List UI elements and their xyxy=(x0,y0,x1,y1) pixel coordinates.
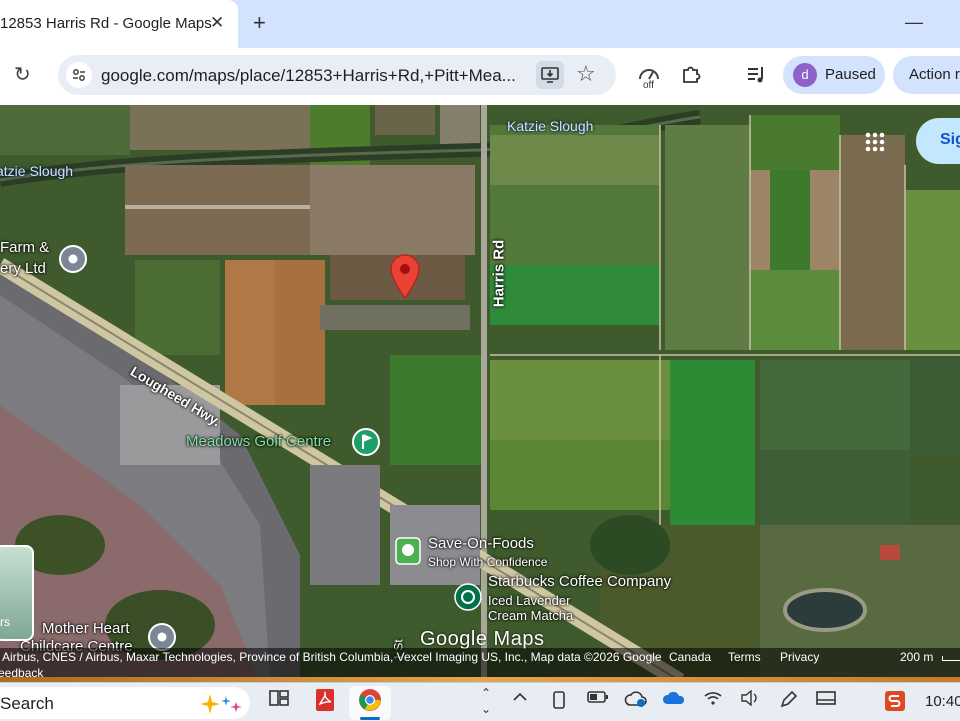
display-icon[interactable] xyxy=(815,690,837,713)
new-tab-button[interactable]: + xyxy=(253,10,266,36)
site-info-icon[interactable] xyxy=(66,62,92,88)
save-on-foods-subtitle: Shop With Confidence xyxy=(428,555,548,569)
cloud-sync-icon[interactable] xyxy=(624,690,648,713)
task-view-icon[interactable] xyxy=(264,688,294,716)
tab-title: 12853 Harris Rd - Google Maps xyxy=(0,15,212,32)
bookmark-star-icon[interactable]: ☆ xyxy=(576,61,596,87)
avatar: d xyxy=(793,63,817,87)
pen-icon[interactable] xyxy=(778,690,798,715)
tab-strip: 12853 Harris Rd - Google Maps ✕ + — xyxy=(0,0,960,48)
url-text[interactable]: google.com/maps/place/12853+Harris+Rd,+P… xyxy=(101,66,516,86)
wifi-icon[interactable] xyxy=(703,690,723,711)
taskbar: Search ⌃ ⌄ 10:40 xyxy=(0,682,960,721)
location-pin-icon[interactable] xyxy=(389,253,421,304)
satellite-map[interactable]: Katzie Slough atzie Slough Farm & ery Lt… xyxy=(0,105,960,681)
scale-bar xyxy=(942,656,960,661)
chrome-app-icon[interactable] xyxy=(355,688,385,716)
mother-heart-label-line1[interactable]: Mother Heart xyxy=(42,620,130,637)
extensions-puzzle-icon[interactable] xyxy=(680,63,702,90)
farm-place-pin-icon[interactable] xyxy=(58,244,88,283)
region-link[interactable]: Canada xyxy=(669,650,711,664)
volume-icon[interactable] xyxy=(740,689,760,711)
show-hidden-icons-chevron-icon[interactable] xyxy=(512,690,528,708)
scale-label[interactable]: 200 m xyxy=(900,650,933,664)
onedrive-icon[interactable] xyxy=(662,690,686,711)
meadows-golf-label[interactable]: Meadows Golf Centre xyxy=(186,433,331,450)
tab-google-maps[interactable]: 12853 Harris Rd - Google Maps ✕ xyxy=(0,0,238,48)
app-s-icon[interactable] xyxy=(884,690,906,717)
layers-label: rs xyxy=(0,615,10,629)
google-apps-grid-icon[interactable] xyxy=(864,131,886,158)
minimize-button[interactable]: — xyxy=(905,12,923,33)
farm-label-line1[interactable]: Farm & xyxy=(0,239,49,256)
starbucks-label[interactable]: Starbucks Coffee Company xyxy=(488,573,671,590)
profile-status: Paused xyxy=(825,66,876,83)
address-bar[interactable]: google.com/maps/place/12853+Harris+Rd,+P… xyxy=(58,55,616,95)
starbucks-sub-line2: Cream Matcha xyxy=(488,608,574,623)
golf-place-icon[interactable] xyxy=(351,427,381,464)
battery-icon[interactable] xyxy=(587,690,609,709)
save-on-foods-label[interactable]: Save-On-Foods xyxy=(428,535,534,552)
media-controls-icon[interactable] xyxy=(746,65,768,90)
katzie-slough-label: Katzie Slough xyxy=(507,118,594,134)
map-attribution-bar: Airbus, CNES / Airbus, Maxar Technologie… xyxy=(0,648,960,666)
farm-label-line2[interactable]: ery Ltd xyxy=(0,260,46,277)
privacy-link[interactable]: Privacy xyxy=(780,650,819,664)
sign-in-button[interactable]: Sig xyxy=(916,118,960,164)
phone-link-icon[interactable] xyxy=(550,690,568,715)
install-app-icon[interactable] xyxy=(536,61,564,89)
starbucks-icon[interactable] xyxy=(454,583,482,616)
starbucks-sub-line1: Iced Lavender xyxy=(488,593,571,608)
taskbar-search-label: Search xyxy=(0,694,54,713)
close-tab-icon[interactable]: ✕ xyxy=(210,13,224,33)
taskbar-clock[interactable]: 10:40 xyxy=(925,693,960,710)
copilot-sparkle-icon[interactable] xyxy=(200,692,244,721)
katzie-slough-west-label: atzie Slough xyxy=(0,163,74,179)
pdf-app-icon[interactable] xyxy=(310,688,340,716)
imagery-attribution: Airbus, CNES / Airbus, Maxar Technologie… xyxy=(2,650,662,664)
reload-icon[interactable]: ↻ xyxy=(14,62,31,87)
sign-in-label: Sig xyxy=(940,131,960,148)
taskbar-scroll-up-icon[interactable]: ⌃ xyxy=(481,685,491,701)
taskbar-search[interactable]: Search xyxy=(0,687,250,719)
save-on-foods-icon[interactable] xyxy=(395,537,421,570)
taskbar-scroll-down-icon[interactable]: ⌄ xyxy=(481,701,491,717)
taskbar-scroll[interactable]: ⌃ ⌄ xyxy=(481,685,491,717)
profile-button[interactable]: d Paused xyxy=(783,56,885,94)
harris-rd-label: Harris Rd xyxy=(490,239,508,308)
terms-link[interactable]: Terms xyxy=(728,650,761,664)
performance-status: off xyxy=(643,80,654,91)
action-button-label: Action r xyxy=(909,66,960,83)
action-button[interactable]: Action r xyxy=(893,56,960,94)
